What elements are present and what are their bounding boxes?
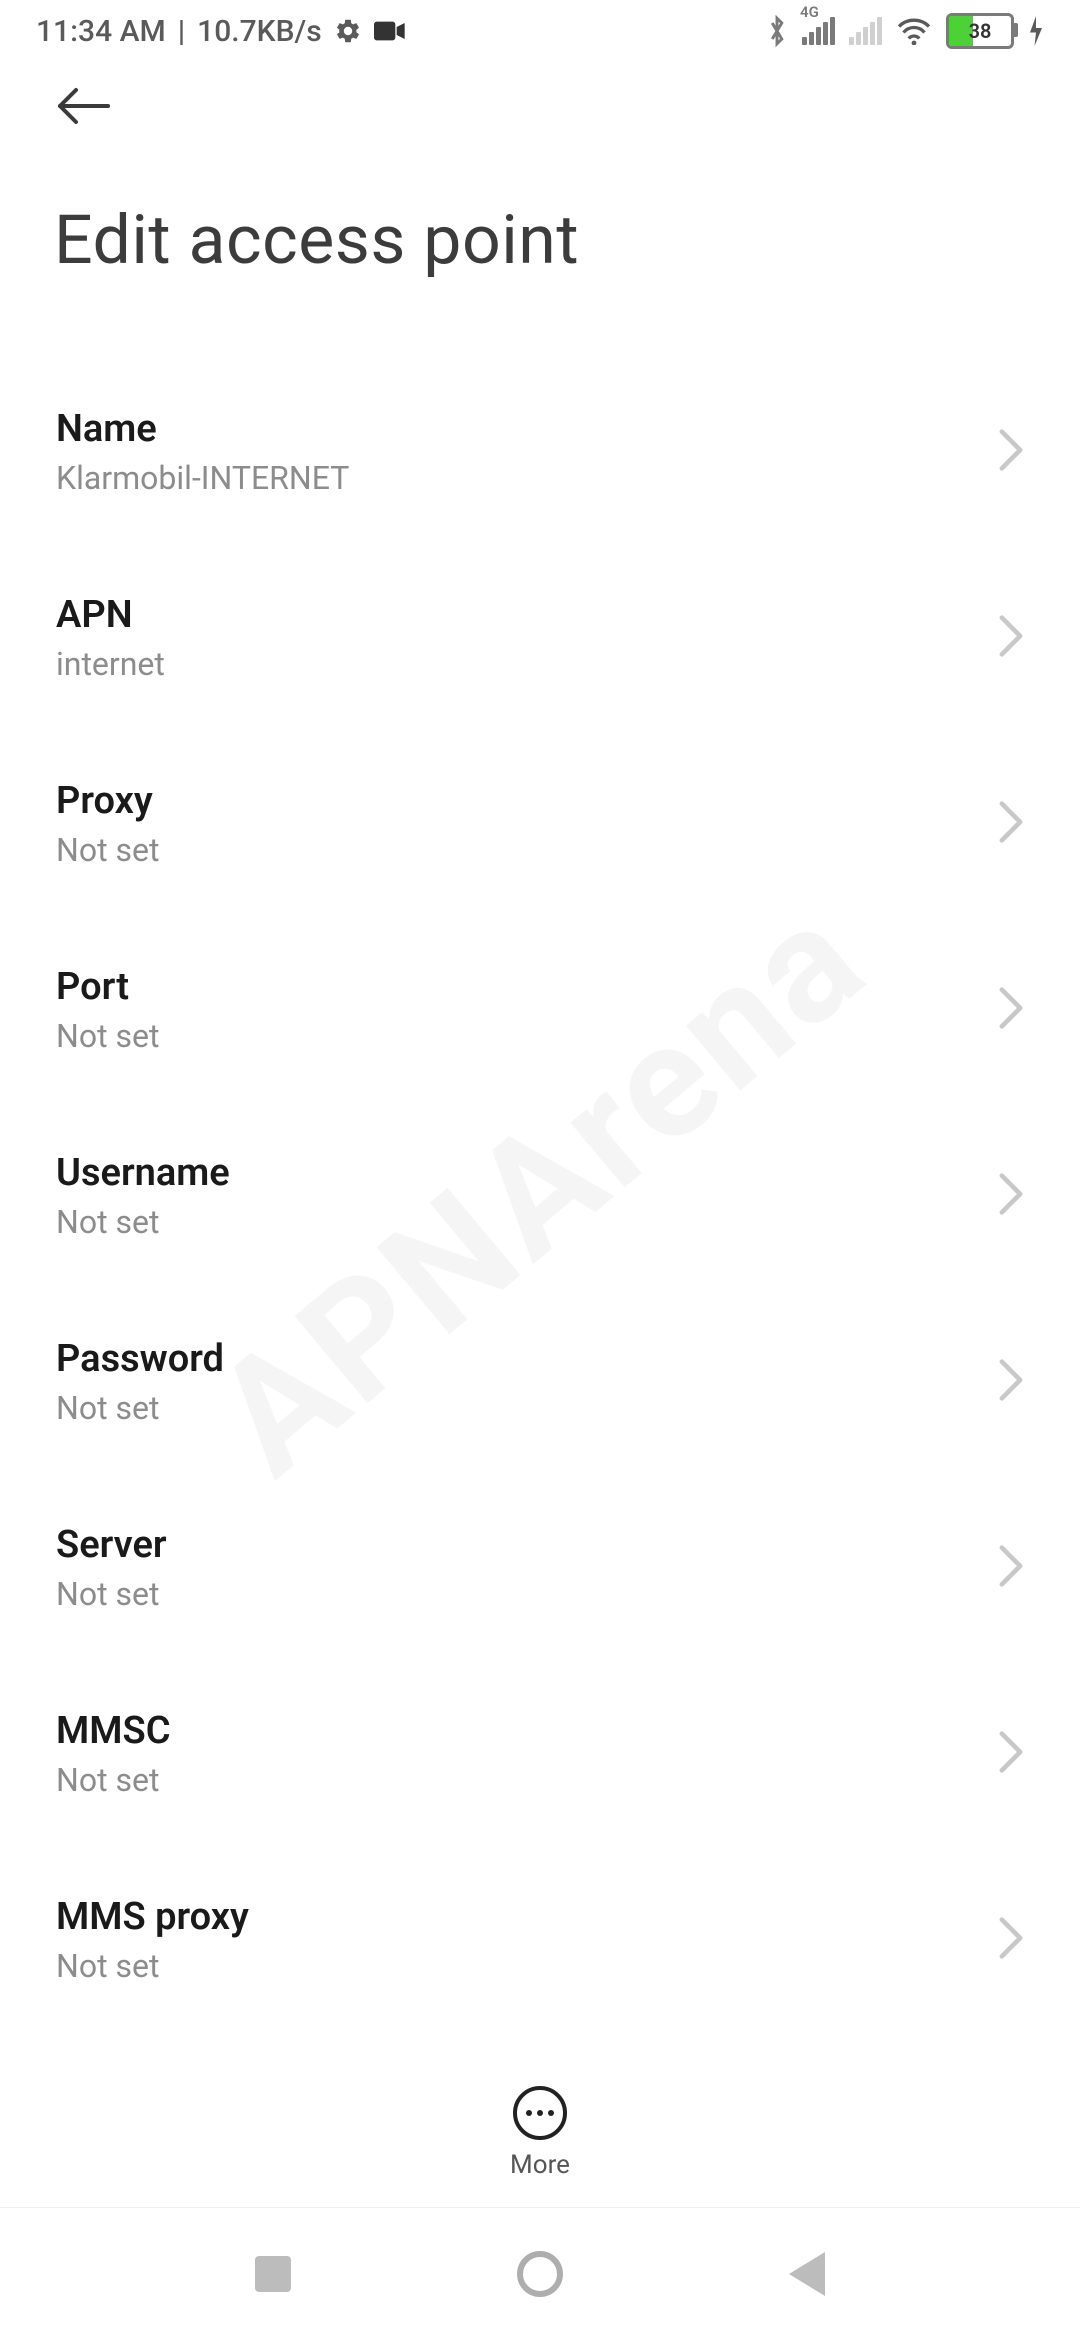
chevron-right-icon <box>998 1916 1024 1964</box>
apn-fields-list: Name Klarmobil-INTERNET APN internet Pro… <box>0 360 1080 2034</box>
battery-indicator: 38 <box>946 13 1014 49</box>
status-net-speed: 10.7KB/s <box>197 14 322 49</box>
system-nav-bar <box>0 2207 1080 2340</box>
field-mmsc[interactable]: MMSC Not set <box>0 1662 1080 1848</box>
status-bar: 11:34 AM | 10.7KB/s 4G 38 <box>0 0 1080 62</box>
field-value: Not set <box>56 1203 978 1241</box>
field-value: Not set <box>56 1017 978 1055</box>
nav-recent-button[interactable] <box>250 2251 296 2297</box>
signal-sim1-icon: 4G <box>802 17 835 45</box>
camera-icon <box>374 19 406 43</box>
chevron-right-icon <box>998 428 1024 476</box>
chevron-right-icon <box>998 1544 1024 1592</box>
bottom-action-bar: More <box>0 2062 1080 2180</box>
chevron-right-icon <box>998 1172 1024 1220</box>
chevron-right-icon <box>998 1358 1024 1406</box>
more-button[interactable]: More <box>510 2086 570 2180</box>
back-button[interactable] <box>54 86 114 146</box>
chevron-right-icon <box>998 614 1024 662</box>
field-label: APN <box>56 593 978 639</box>
more-label: More <box>510 2150 570 2180</box>
field-password[interactable]: Password Not set <box>0 1290 1080 1476</box>
field-label: Server <box>56 1523 978 1569</box>
field-value: Klarmobil-INTERNET <box>56 459 978 497</box>
bluetooth-icon <box>766 15 788 47</box>
nav-back-button[interactable] <box>784 2251 830 2297</box>
signal-sim2-icon <box>849 17 882 45</box>
field-port[interactable]: Port Not set <box>0 918 1080 1104</box>
chevron-right-icon <box>998 800 1024 848</box>
chevron-right-icon <box>998 986 1024 1034</box>
field-value: internet <box>56 645 978 683</box>
field-proxy[interactable]: Proxy Not set <box>0 732 1080 918</box>
page-title: Edit access point <box>54 200 1026 280</box>
field-value: Not set <box>56 1389 978 1427</box>
field-label: Port <box>56 965 978 1011</box>
field-label: Password <box>56 1337 978 1383</box>
field-value: Not set <box>56 1575 978 1613</box>
wifi-icon <box>896 17 932 45</box>
field-value: Not set <box>56 1947 978 1985</box>
field-name[interactable]: Name Klarmobil-INTERNET <box>0 360 1080 546</box>
field-label: Name <box>56 407 978 453</box>
field-label: Username <box>56 1151 978 1197</box>
more-icon <box>513 2086 567 2140</box>
charging-icon <box>1028 16 1044 46</box>
nav-home-button[interactable] <box>517 2251 563 2297</box>
field-label: Proxy <box>56 779 978 825</box>
field-username[interactable]: Username Not set <box>0 1104 1080 1290</box>
field-server[interactable]: Server Not set <box>0 1476 1080 1662</box>
field-label: MMS proxy <box>56 1895 978 1941</box>
field-value: Not set <box>56 1761 978 1799</box>
chevron-right-icon <box>998 1730 1024 1778</box>
field-apn[interactable]: APN internet <box>0 546 1080 732</box>
settings-icon <box>334 17 362 45</box>
field-value: Not set <box>56 831 978 869</box>
status-separator: | <box>178 14 185 49</box>
status-time: 11:34 AM <box>36 14 166 49</box>
field-mms-proxy[interactable]: MMS proxy Not set <box>0 1848 1080 2034</box>
field-label: MMSC <box>56 1709 978 1755</box>
page-header: Edit access point <box>0 62 1080 280</box>
